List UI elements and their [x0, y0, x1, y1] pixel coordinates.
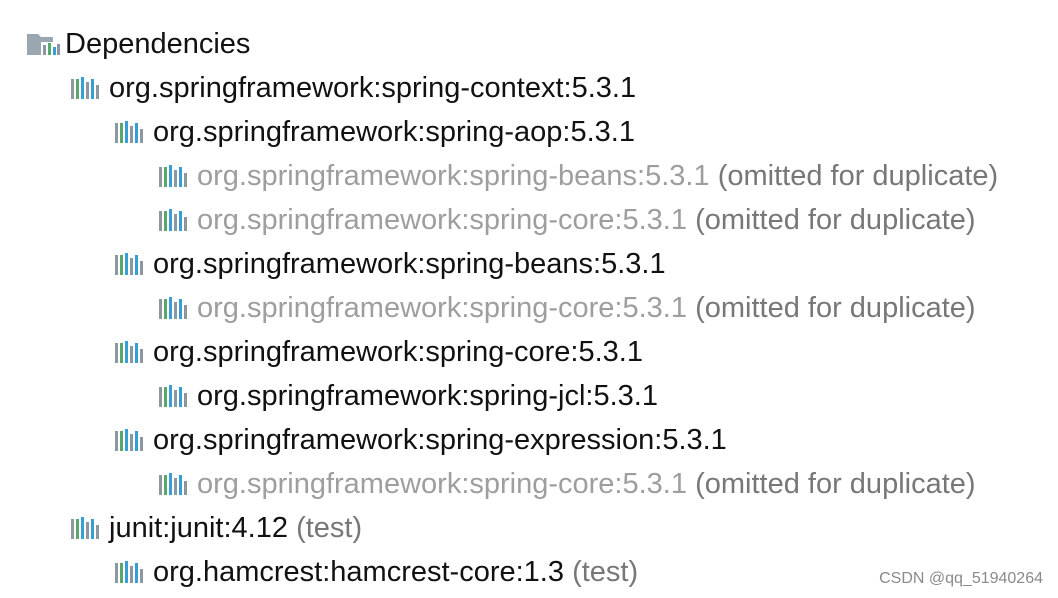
maven-library-icon: [158, 209, 188, 231]
artifact-label[interactable]: org.springframework:spring-expression:5.…: [153, 424, 727, 457]
chevron-down-icon[interactable]: [66, 330, 114, 374]
artifact-label[interactable]: org.springframework:spring-jcl:5.3.1: [197, 380, 658, 413]
artifact-label[interactable]: org.springframework:spring-context:5.3.1: [109, 72, 636, 105]
scope-note: (test): [572, 555, 639, 588]
tree-node-dependencies[interactable]: Dependencies: [27, 22, 250, 66]
chevron-down-icon[interactable]: [22, 506, 70, 550]
maven-library-icon: [114, 341, 144, 363]
scope-note: (test): [296, 511, 363, 544]
maven-library-icon: [114, 121, 144, 143]
tree-node-junit[interactable]: junit:junit:4.12 (test): [22, 506, 362, 550]
maven-library-icon: [114, 429, 144, 451]
chevron-down-icon[interactable]: [66, 418, 114, 462]
tree-node-spring-expression[interactable]: org.springframework:spring-expression:5.…: [66, 418, 727, 462]
artifact-label[interactable]: org.springframework:spring-core:5.3.1: [153, 336, 643, 369]
tree-node-spring-beans[interactable]: org.springframework:spring-beans:5.3.1: [66, 242, 666, 286]
artifact-label[interactable]: org.springframework:spring-core:5.3.1: [197, 204, 687, 237]
artifact-label[interactable]: org.springframework:spring-core:5.3.1: [197, 292, 687, 325]
maven-library-icon: [158, 385, 188, 407]
maven-library-icon: [114, 253, 144, 275]
tree-node-spring-context[interactable]: org.springframework:spring-context:5.3.1: [22, 66, 636, 110]
watermark: CSDN @qq_51940264: [879, 570, 1043, 587]
omitted-note: (omitted for duplicate): [695, 467, 976, 500]
artifact-label[interactable]: org.springframework:spring-aop:5.3.1: [153, 116, 635, 149]
omitted-note: (omitted for duplicate): [695, 291, 976, 324]
artifact-label[interactable]: org.springframework:spring-beans:5.3.1: [153, 248, 666, 281]
omitted-note: (omitted for duplicate): [717, 159, 999, 192]
chevron-down-icon[interactable]: [22, 66, 70, 110]
chevron-down-icon[interactable]: [66, 242, 114, 286]
artifact-label[interactable]: org.hamcrest:hamcrest-core:1.3: [153, 556, 564, 589]
maven-dependencies-folder-icon: [27, 33, 60, 55]
tree-node-spring-core-omitted[interactable]: org.springframework:spring-core:5.3.1 (o…: [158, 462, 976, 506]
tree-root-label[interactable]: Dependencies: [65, 28, 250, 61]
tree-node-spring-core-omitted[interactable]: org.springframework:spring-core:5.3.1 (o…: [158, 286, 976, 330]
maven-library-icon: [158, 297, 188, 319]
tree-node-hamcrest-core[interactable]: org.hamcrest:hamcrest-core:1.3 (test): [114, 550, 638, 594]
chevron-down-icon[interactable]: [66, 110, 114, 154]
tree-node-spring-beans-omitted[interactable]: org.springframework:spring-beans:5.3.1 (…: [158, 154, 998, 198]
maven-library-icon: [158, 165, 188, 187]
tree-node-spring-aop[interactable]: org.springframework:spring-aop:5.3.1: [66, 110, 635, 154]
omitted-note: (omitted for duplicate): [695, 203, 976, 236]
maven-library-icon: [114, 561, 144, 583]
artifact-label[interactable]: junit:junit:4.12: [109, 512, 288, 545]
tree-node-spring-core[interactable]: org.springframework:spring-core:5.3.1: [66, 330, 643, 374]
tree-node-spring-core-omitted[interactable]: org.springframework:spring-core:5.3.1 (o…: [158, 198, 976, 242]
artifact-label[interactable]: org.springframework:spring-core:5.3.1: [197, 468, 687, 501]
artifact-label[interactable]: org.springframework:spring-beans:5.3.1: [197, 160, 710, 193]
maven-library-icon: [70, 517, 100, 539]
tree-node-spring-jcl[interactable]: org.springframework:spring-jcl:5.3.1: [158, 374, 658, 418]
maven-library-icon: [158, 473, 188, 495]
maven-library-icon: [70, 77, 100, 99]
